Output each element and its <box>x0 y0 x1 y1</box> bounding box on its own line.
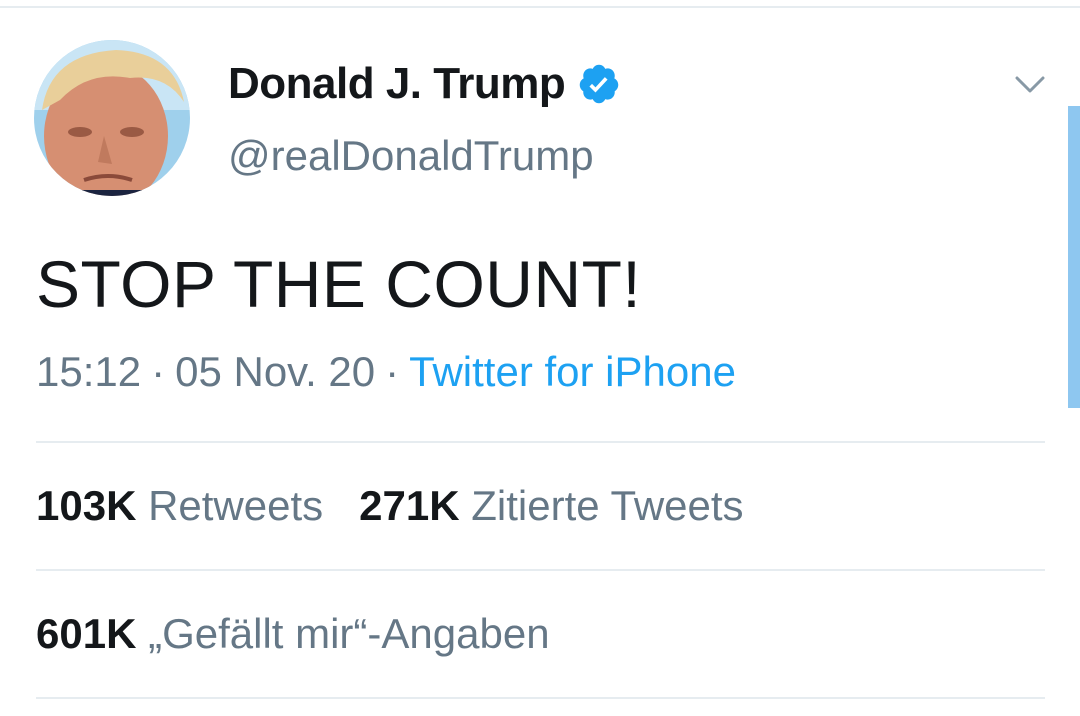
likes-label: „Gefällt mir“-Angaben <box>148 610 550 657</box>
chevron-down-icon[interactable] <box>1012 66 1048 102</box>
top-divider <box>0 6 1080 8</box>
likes-stat[interactable]: 601K „Gefällt mir“-Angaben <box>36 610 550 658</box>
retweets-count: 103K <box>36 482 137 529</box>
stats-divider-middle <box>36 569 1045 571</box>
tweet-detail-page: Donald J. Trump @realDonaldTrump STOP TH… <box>0 0 1080 716</box>
likes-count: 601K <box>36 610 137 657</box>
stats-divider-bottom <box>36 697 1045 699</box>
retweets-label: Retweets <box>148 482 324 529</box>
tweet-date[interactable]: 05 Nov. 20 <box>175 348 375 395</box>
retweets-stat[interactable]: 103K Retweets <box>36 482 323 529</box>
tweet-source-link[interactable]: Twitter for iPhone <box>409 348 736 395</box>
tweet-text: STOP THE COUNT! <box>36 247 642 321</box>
display-name[interactable]: Donald J. Trump <box>228 59 566 109</box>
user-avatar-icon <box>34 40 190 196</box>
scrollbar[interactable] <box>1068 106 1080 408</box>
meta-separator: · <box>151 348 166 395</box>
stats-row: 103K Retweets 271K Zitierte Tweets <box>36 482 744 530</box>
author-handle[interactable]: @realDonaldTrump <box>228 132 594 180</box>
tweet-time[interactable]: 15:12 <box>36 348 141 395</box>
avatar[interactable] <box>34 40 190 196</box>
quotes-label: Zitierte Tweets <box>471 482 744 529</box>
stats-divider-top <box>36 441 1045 443</box>
quotes-count: 271K <box>359 482 460 529</box>
verified-badge-icon <box>577 62 621 106</box>
meta-separator: · <box>385 348 400 395</box>
quotes-stat[interactable]: 271K Zitierte Tweets <box>359 482 743 529</box>
author-name-row[interactable]: Donald J. Trump <box>228 58 621 110</box>
tweet-meta: 15:12 · 05 Nov. 20 · Twitter for iPhone <box>36 348 736 396</box>
